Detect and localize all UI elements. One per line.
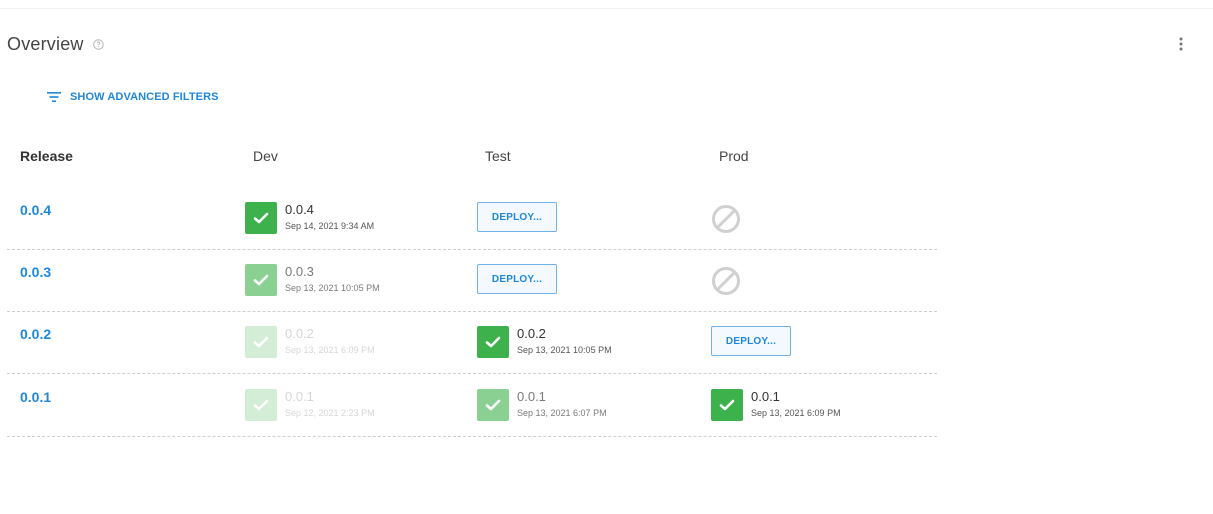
release-link[interactable]: 0.0.2 xyxy=(20,326,51,342)
deploy-date: Sep 13, 2021 10:05 PM xyxy=(517,345,612,355)
release-link[interactable]: 0.0.1 xyxy=(20,389,51,405)
table-row: 0.0.3 0.0.3 Sep 13, 2021 10:05 PM DEPLOY… xyxy=(7,250,937,312)
column-header-release: Release xyxy=(20,148,73,164)
check-icon xyxy=(245,264,277,296)
row-divider xyxy=(7,373,937,374)
blocked-circle-icon xyxy=(712,267,740,295)
version-label: 0.0.1 xyxy=(517,389,546,404)
column-header-dev: Dev xyxy=(253,148,278,164)
version-label: 0.0.2 xyxy=(285,326,314,341)
row-divider xyxy=(7,436,937,437)
overview-page: Overview SHOW ADVANCED FILTERS Release D… xyxy=(0,0,1213,514)
column-header-test: Test xyxy=(485,148,511,164)
deploy-date: Sep 14, 2021 9:34 AM xyxy=(285,221,375,231)
column-header-prod: Prod xyxy=(719,148,749,164)
deploy-date: Sep 13, 2021 6:07 PM xyxy=(517,408,607,418)
check-icon xyxy=(477,389,509,421)
table-row: 0.0.2 0.0.2 Sep 13, 2021 6:09 PM 0.0.2 S… xyxy=(7,312,937,374)
deploy-date: Sep 12, 2021 2:23 PM xyxy=(285,408,375,418)
deploy-button[interactable]: DEPLOY... xyxy=(477,202,557,232)
check-icon xyxy=(245,202,277,234)
more-vertical-icon xyxy=(1179,37,1183,51)
release-link[interactable]: 0.0.4 xyxy=(20,202,51,218)
deploy-button[interactable]: DEPLOY... xyxy=(477,264,557,294)
check-icon xyxy=(245,326,277,358)
filter-lines-icon xyxy=(46,90,62,104)
filters-label: SHOW ADVANCED FILTERS xyxy=(70,91,219,103)
overview-header: Overview xyxy=(7,34,104,55)
blocked-circle-icon xyxy=(712,205,740,233)
top-divider xyxy=(0,8,1213,9)
page-title: Overview xyxy=(7,34,84,54)
deploy-date: Sep 13, 2021 6:09 PM xyxy=(751,408,841,418)
version-label: 0.0.1 xyxy=(285,389,314,404)
show-advanced-filters-button[interactable]: SHOW ADVANCED FILTERS xyxy=(46,90,219,104)
deploy-date: Sep 13, 2021 6:09 PM xyxy=(285,345,375,355)
release-link[interactable]: 0.0.3 xyxy=(20,264,51,280)
check-icon xyxy=(711,389,743,421)
version-label: 0.0.3 xyxy=(285,264,314,279)
deploy-date: Sep 13, 2021 10:05 PM xyxy=(285,283,380,293)
more-options-button[interactable] xyxy=(1172,34,1190,54)
check-icon xyxy=(477,326,509,358)
version-label: 0.0.2 xyxy=(517,326,546,341)
deploy-button[interactable]: DEPLOY... xyxy=(711,326,791,356)
help-circle-icon[interactable] xyxy=(92,39,104,50)
table-row: 0.0.4 0.0.4 Sep 14, 2021 9:34 AM DEPLOY.… xyxy=(7,188,937,250)
table-row: 0.0.1 0.0.1 Sep 12, 2021 2:23 PM 0.0.1 S… xyxy=(7,375,937,437)
version-label: 0.0.1 xyxy=(751,389,780,404)
version-label: 0.0.4 xyxy=(285,202,314,217)
check-icon xyxy=(245,389,277,421)
